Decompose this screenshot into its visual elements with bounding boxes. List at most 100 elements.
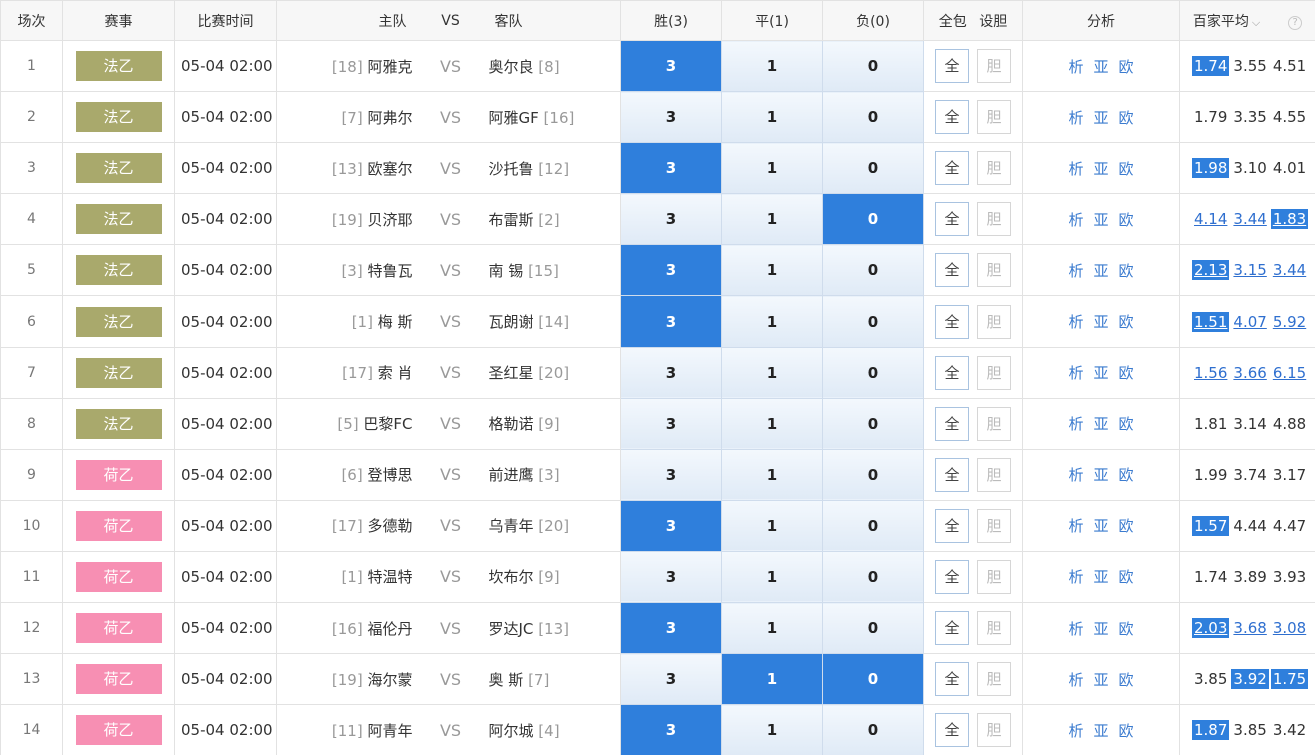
dan-button[interactable]: 胆	[977, 253, 1011, 288]
pick-draw[interactable]: 1	[721, 193, 823, 246]
asia-link[interactable]: 亚	[1093, 364, 1108, 382]
pick-draw[interactable]: 1	[721, 244, 823, 297]
analysis-link[interactable]: 析	[1068, 517, 1083, 535]
home-team[interactable]: 梅 斯	[378, 313, 413, 331]
all-button[interactable]: 全	[935, 508, 969, 543]
home-team[interactable]: 巴黎FC	[363, 415, 412, 433]
europe-link[interactable]: 欧	[1119, 620, 1134, 638]
all-button[interactable]: 全	[935, 611, 969, 646]
asia-link[interactable]: 亚	[1093, 415, 1108, 433]
pick-lose[interactable]: 0	[822, 295, 924, 348]
all-button[interactable]: 全	[935, 253, 969, 288]
all-button[interactable]: 全	[935, 662, 969, 697]
pick-lose[interactable]: 0	[822, 346, 924, 399]
europe-link[interactable]: 欧	[1119, 364, 1134, 382]
pick-win[interactable]: 3	[620, 704, 722, 755]
all-button[interactable]: 全	[935, 559, 969, 594]
analysis-link[interactable]: 析	[1068, 58, 1083, 76]
asia-link[interactable]: 亚	[1093, 568, 1108, 586]
pick-lose[interactable]: 0	[822, 397, 924, 450]
away-team[interactable]: 奥尔良	[489, 58, 534, 76]
analysis-link[interactable]: 析	[1068, 262, 1083, 280]
home-team[interactable]: 阿青年	[367, 722, 412, 740]
league-badge[interactable]: 荷乙	[75, 561, 162, 592]
pick-draw[interactable]: 1	[721, 550, 823, 604]
analysis-link[interactable]: 析	[1068, 568, 1083, 586]
pick-win[interactable]: 3	[620, 653, 722, 706]
analysis-link[interactable]: 析	[1068, 671, 1083, 689]
pick-draw[interactable]: 1	[721, 653, 823, 706]
pick-win[interactable]: 3	[620, 602, 722, 655]
home-team[interactable]: 特温特	[367, 568, 412, 586]
away-team[interactable]: 乌青年	[489, 517, 534, 535]
away-team[interactable]: 格勒诺	[489, 415, 534, 433]
home-team[interactable]: 福伦丹	[367, 620, 412, 638]
away-team[interactable]: 前进鹰	[489, 466, 534, 484]
home-team[interactable]: 海尔蒙	[367, 671, 412, 689]
pick-lose[interactable]: 0	[822, 602, 924, 655]
asia-link[interactable]: 亚	[1093, 722, 1108, 740]
pick-draw[interactable]: 1	[721, 499, 823, 552]
away-team[interactable]: 圣红星	[489, 364, 534, 382]
odds-value[interactable]: 3.08	[1271, 618, 1308, 638]
asia-link[interactable]: 亚	[1093, 671, 1108, 689]
asia-link[interactable]: 亚	[1093, 58, 1108, 76]
all-button[interactable]: 全	[935, 713, 969, 748]
europe-link[interactable]: 欧	[1119, 109, 1134, 127]
pick-lose[interactable]: 0	[822, 39, 924, 93]
pick-win[interactable]: 3	[620, 346, 722, 399]
all-button[interactable]: 全	[935, 151, 969, 186]
home-team[interactable]: 多德勒	[367, 517, 412, 535]
dan-button[interactable]: 胆	[977, 508, 1011, 543]
dan-button[interactable]: 胆	[977, 100, 1011, 135]
asia-link[interactable]: 亚	[1093, 211, 1108, 229]
asia-link[interactable]: 亚	[1093, 109, 1108, 127]
europe-link[interactable]: 欧	[1119, 313, 1134, 331]
asia-link[interactable]: 亚	[1093, 620, 1108, 638]
home-team[interactable]: 阿雅克	[367, 58, 412, 76]
league-badge[interactable]: 荷乙	[75, 510, 162, 541]
league-badge[interactable]: 法乙	[75, 204, 162, 235]
all-button[interactable]: 全	[935, 304, 969, 339]
odds-value[interactable]: 5.92	[1271, 312, 1308, 332]
europe-link[interactable]: 欧	[1119, 568, 1134, 586]
dan-button[interactable]: 胆	[977, 304, 1011, 339]
pick-win[interactable]: 3	[620, 397, 722, 450]
europe-link[interactable]: 欧	[1119, 262, 1134, 280]
home-team[interactable]: 贝济耶	[367, 211, 412, 229]
analysis-link[interactable]: 析	[1068, 415, 1083, 433]
league-badge[interactable]: 法乙	[75, 408, 162, 439]
away-team[interactable]: 阿雅GF	[489, 109, 539, 127]
asia-link[interactable]: 亚	[1093, 313, 1108, 331]
europe-link[interactable]: 欧	[1119, 517, 1134, 535]
header-all[interactable]: 全包	[939, 14, 967, 30]
pick-lose[interactable]: 0	[822, 704, 924, 755]
all-button[interactable]: 全	[935, 202, 969, 237]
europe-link[interactable]: 欧	[1119, 415, 1134, 433]
asia-link[interactable]: 亚	[1093, 517, 1108, 535]
odds-value[interactable]: 3.66	[1231, 363, 1268, 383]
league-badge[interactable]: 荷乙	[75, 715, 162, 746]
dan-button[interactable]: 胆	[977, 49, 1011, 84]
league-badge[interactable]: 法乙	[75, 255, 162, 286]
away-team[interactable]: 罗达JC	[489, 620, 534, 638]
pick-lose[interactable]: 0	[822, 653, 924, 706]
dan-button[interactable]: 胆	[977, 202, 1011, 237]
odds-value[interactable]: 4.07	[1231, 312, 1268, 332]
away-team[interactable]: 阿尔城	[489, 722, 534, 740]
asia-link[interactable]: 亚	[1093, 262, 1108, 280]
europe-link[interactable]: 欧	[1119, 722, 1134, 740]
odds-value[interactable]: 6.15	[1271, 363, 1308, 383]
dan-button[interactable]: 胆	[977, 355, 1011, 390]
dan-button[interactable]: 胆	[977, 611, 1011, 646]
pick-lose[interactable]: 0	[822, 91, 924, 144]
analysis-link[interactable]: 析	[1068, 364, 1083, 382]
asia-link[interactable]: 亚	[1093, 466, 1108, 484]
all-button[interactable]: 全	[935, 355, 969, 390]
europe-link[interactable]: 欧	[1119, 58, 1134, 76]
pick-win[interactable]: 3	[620, 244, 722, 297]
dan-button[interactable]: 胆	[977, 457, 1011, 492]
league-badge[interactable]: 法乙	[75, 357, 162, 388]
europe-link[interactable]: 欧	[1119, 160, 1134, 178]
pick-win[interactable]: 3	[620, 550, 722, 604]
